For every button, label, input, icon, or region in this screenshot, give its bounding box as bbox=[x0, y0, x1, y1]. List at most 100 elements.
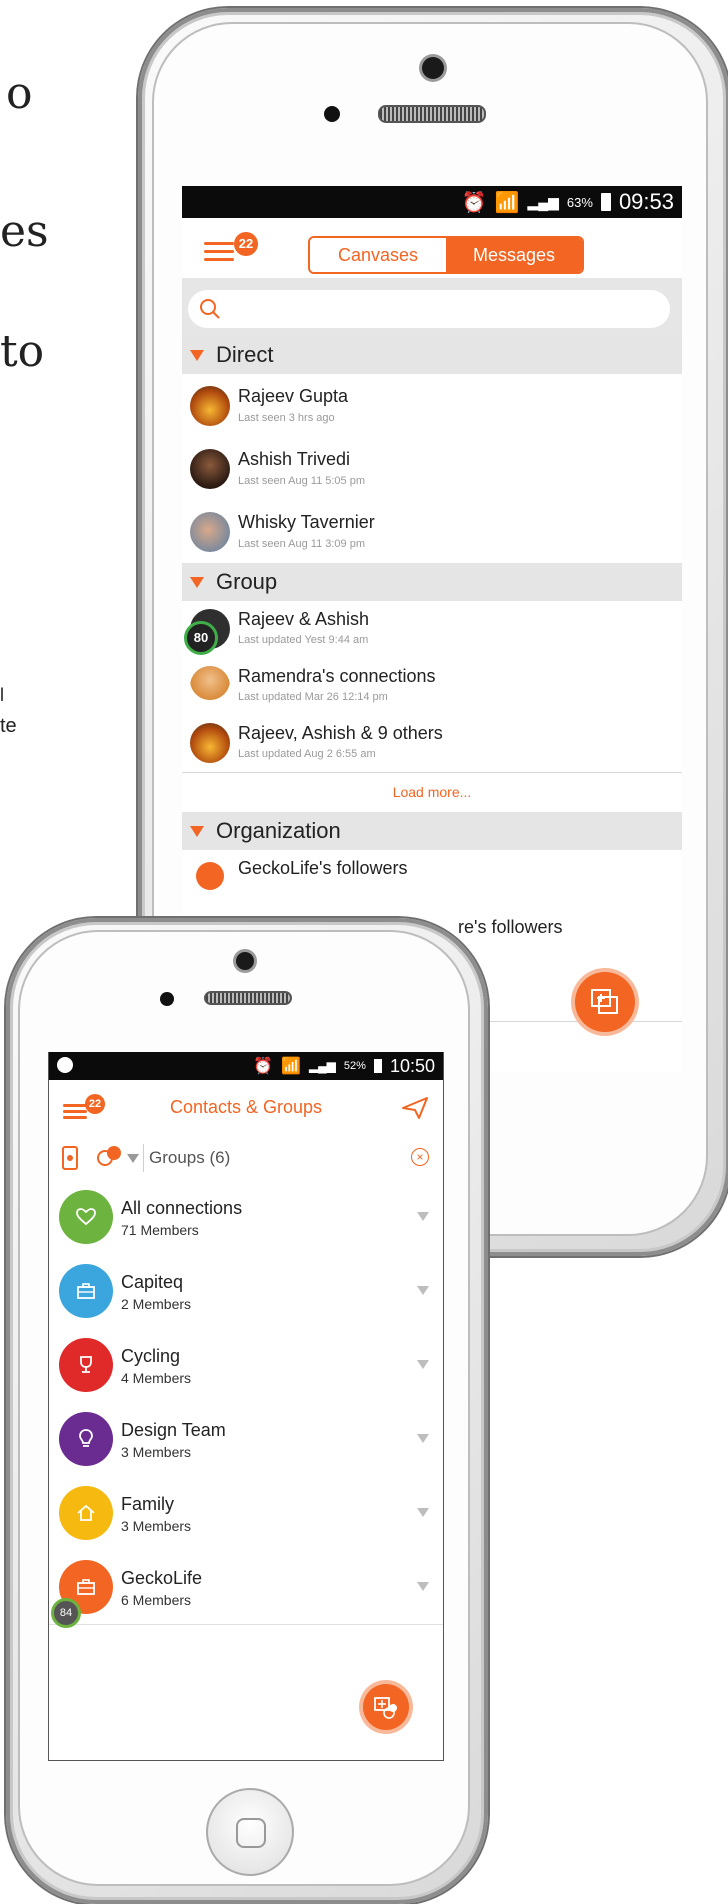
org-name: GeckoLife's followers bbox=[238, 858, 408, 878]
last-updated: Last updated Yest 9:44 am bbox=[238, 634, 369, 646]
member-count: 4 Members bbox=[121, 1370, 192, 1386]
group-name: GeckoLife bbox=[121, 1568, 203, 1588]
search-input[interactable] bbox=[188, 290, 670, 328]
wifi-icon: 📶 bbox=[494, 191, 520, 214]
notification-badge: 22 bbox=[234, 232, 258, 256]
list-item[interactable]: 84 GeckoLife 6 Members bbox=[49, 1550, 443, 1628]
member-count: 3 Members bbox=[121, 1444, 192, 1460]
list-item[interactable]: GeckoLife's followers bbox=[182, 850, 682, 908]
phone1-sensor bbox=[324, 106, 340, 122]
group-name: Rajeev & Ashish bbox=[238, 609, 370, 629]
progress-badge: 80 bbox=[184, 621, 218, 655]
section-title: Organization bbox=[216, 818, 341, 843]
trophy-icon bbox=[59, 1338, 113, 1392]
section-title: Direct bbox=[216, 342, 274, 367]
new-canvas-button[interactable] bbox=[363, 1684, 409, 1730]
section-group[interactable]: Group bbox=[182, 563, 682, 601]
list-item[interactable]: All connections 71 Members bbox=[49, 1180, 443, 1255]
expand-caret-icon[interactable] bbox=[417, 1212, 429, 1221]
section-organization[interactable]: Organization bbox=[182, 812, 682, 850]
phone2-camera bbox=[236, 952, 254, 970]
battery-percent: 63% bbox=[566, 194, 593, 210]
wifi-icon: 📶 bbox=[281, 1058, 301, 1075]
bg-text-2: es bbox=[0, 206, 49, 257]
phone-contacts-icon[interactable] bbox=[61, 1146, 79, 1170]
expand-caret-icon[interactable] bbox=[417, 1582, 429, 1591]
expand-caret-icon[interactable] bbox=[417, 1508, 429, 1517]
phone2-sensor bbox=[160, 992, 174, 1006]
member-count: 6 Members bbox=[121, 1592, 192, 1608]
home-icon bbox=[59, 1486, 113, 1540]
dropdown-caret-icon[interactable] bbox=[127, 1154, 139, 1163]
new-canvas-icon bbox=[591, 989, 618, 1014]
last-seen: Last seen 3 hrs ago bbox=[238, 412, 335, 424]
list-item[interactable]: Design Team 3 Members bbox=[49, 1402, 443, 1477]
new-canvas-icon bbox=[374, 1697, 397, 1719]
member-count: 3 Members bbox=[121, 1518, 192, 1534]
group-name: Ramendra's connections bbox=[238, 666, 436, 686]
phone1-speaker bbox=[378, 105, 486, 123]
signal-icon: ▂▄▆ bbox=[527, 193, 559, 210]
phone1-statusbar: ⏰ 📶 ▂▄▆ 63% 09:53 bbox=[182, 186, 682, 218]
expand-caret-icon[interactable] bbox=[417, 1286, 429, 1295]
phone2-screen: ⏰ 📶 ▂▄▆ 52% 10:50 22 Contacts & Groups G… bbox=[48, 1052, 444, 1761]
divider bbox=[143, 1144, 144, 1172]
filter-bar: Groups (6) × bbox=[49, 1136, 443, 1181]
list-item[interactable]: Rajeev Gupta Last seen 3 hrs ago bbox=[182, 374, 682, 438]
list-item[interactable]: Family 3 Members bbox=[49, 1476, 443, 1551]
new-canvas-button[interactable] bbox=[575, 972, 635, 1032]
expand-caret-icon[interactable] bbox=[417, 1434, 429, 1443]
collapse-triangle-icon bbox=[190, 576, 204, 588]
page-title: Contacts & Groups bbox=[169, 1097, 323, 1117]
list-item[interactable]: Ashish Trivedi Last seen Aug 11 5:05 pm bbox=[182, 437, 682, 501]
avatar bbox=[190, 666, 230, 706]
list-item[interactable]: Capiteq 2 Members bbox=[49, 1254, 443, 1329]
group-name: Rajeev, Ashish & 9 others bbox=[238, 723, 443, 743]
avatar bbox=[190, 512, 230, 552]
battery-icon bbox=[600, 193, 611, 211]
progress-badge: 84 bbox=[51, 1598, 81, 1628]
expand-caret-icon[interactable] bbox=[417, 1360, 429, 1369]
avatar bbox=[190, 449, 230, 489]
groups-filter-icon[interactable] bbox=[97, 1146, 123, 1168]
list-item[interactable]: Whisky Tavernier Last seen Aug 11 3:09 p… bbox=[182, 500, 682, 564]
phone2-header: 22 Contacts & Groups bbox=[49, 1080, 443, 1137]
list-item[interactable]: Ramendra's connections Last updated Mar … bbox=[182, 658, 682, 716]
home-button[interactable] bbox=[206, 1788, 294, 1876]
heart-icon bbox=[59, 1190, 113, 1244]
phone1-topbar: 22 Canvases Messages bbox=[182, 218, 682, 278]
group-name: Family bbox=[121, 1494, 174, 1514]
last-seen: Last seen Aug 11 3:09 pm bbox=[238, 538, 365, 550]
menu-icon[interactable] bbox=[204, 242, 234, 262]
last-updated: Last updated Mar 26 12:14 pm bbox=[238, 691, 388, 703]
list-item[interactable]: Cycling 4 Members bbox=[49, 1328, 443, 1403]
collapse-triangle-icon bbox=[190, 825, 204, 837]
list-item[interactable]: Rajeev, Ashish & 9 others Last updated A… bbox=[182, 715, 682, 773]
status-time: 09:53 bbox=[618, 189, 674, 214]
phone2-statusbar: ⏰ 📶 ▂▄▆ 52% 10:50 bbox=[49, 1052, 443, 1080]
group-name: All connections bbox=[121, 1198, 243, 1218]
send-icon[interactable] bbox=[401, 1096, 429, 1120]
group-name: Design Team bbox=[121, 1420, 226, 1440]
spotify-icon bbox=[57, 1057, 73, 1073]
groups-filter-label: Groups (6) bbox=[149, 1148, 231, 1167]
status-time: 10:50 bbox=[389, 1055, 435, 1076]
tab-messages[interactable]: Messages bbox=[446, 238, 582, 272]
collapse-triangle-icon bbox=[190, 349, 204, 361]
avatar bbox=[190, 723, 230, 763]
battery-icon bbox=[373, 1059, 382, 1073]
contact-name: Rajeev Gupta bbox=[238, 386, 349, 406]
bulb-icon bbox=[59, 1412, 113, 1466]
clear-filter-icon[interactable]: × bbox=[411, 1148, 429, 1166]
section-title: Group bbox=[216, 569, 278, 594]
tab-canvases[interactable]: Canvases bbox=[310, 238, 446, 272]
signal-icon: ▂▄▆ bbox=[308, 1059, 336, 1073]
phone1-camera bbox=[422, 57, 444, 79]
list-item[interactable]: 80 Rajeev & Ashish Last updated Yest 9:4… bbox=[182, 601, 682, 659]
search-icon bbox=[200, 299, 220, 319]
tab-switch: Canvases Messages bbox=[308, 236, 584, 274]
section-direct[interactable]: Direct bbox=[182, 336, 682, 374]
load-more-link[interactable]: Load more... bbox=[182, 772, 682, 812]
briefcase-icon bbox=[59, 1264, 113, 1318]
phone2-speaker bbox=[204, 991, 292, 1005]
